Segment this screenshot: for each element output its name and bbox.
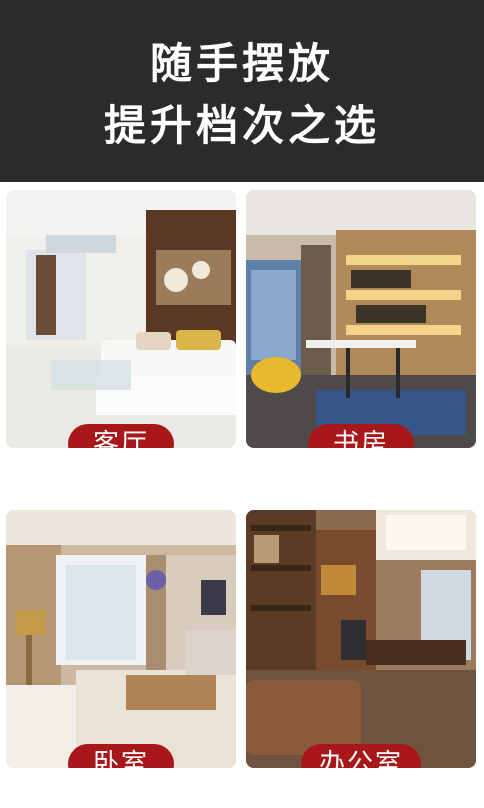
study-room-image bbox=[246, 190, 476, 448]
living-room-card[interactable]: 客厅 bbox=[6, 190, 236, 448]
bedroom-card[interactable]: 卧室 bbox=[6, 510, 236, 768]
room-label-office: 办公室 bbox=[301, 744, 421, 768]
bedroom-image bbox=[6, 510, 236, 768]
living-room-image bbox=[6, 190, 236, 448]
room-label-living: 客厅 bbox=[68, 424, 174, 448]
office-card[interactable]: 办公室 bbox=[246, 510, 476, 768]
header-title-line1: 随手摆放 bbox=[149, 39, 334, 88]
office-image bbox=[246, 510, 476, 768]
room-label-bedroom: 卧室 bbox=[68, 744, 174, 768]
room-grid: 客厅 书房 卧室 办公室 bbox=[0, 182, 484, 808]
room-label-study: 书房 bbox=[308, 424, 414, 448]
header-title-line2: 提升档次之选 bbox=[103, 101, 380, 150]
study-room-card[interactable]: 书房 bbox=[246, 190, 476, 448]
header-banner: 随手摆放 提升档次之选 bbox=[0, 0, 484, 182]
